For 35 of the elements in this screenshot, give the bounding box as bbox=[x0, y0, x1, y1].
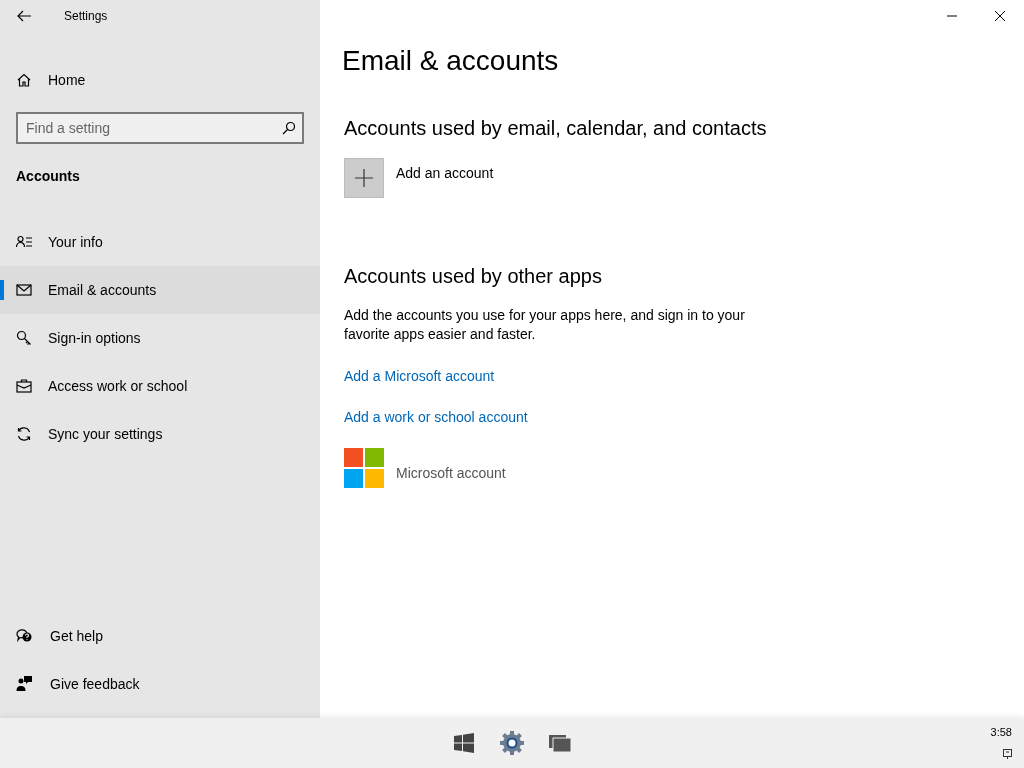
four-squares-logo-icon bbox=[344, 447, 384, 488]
sidebar-item[interactable]: Your info bbox=[0, 218, 320, 266]
section-heading: Accounts used by other apps bbox=[344, 263, 603, 288]
close-icon[interactable] bbox=[995, 11, 1005, 21]
person-list-icon bbox=[16, 234, 32, 250]
footer-link[interactable]: Get help bbox=[0, 612, 320, 660]
person-speech-icon bbox=[16, 675, 34, 693]
speech-bubbles-icon bbox=[16, 627, 34, 645]
section-heading: Accounts used by email, calendar, and contacts bbox=[344, 115, 768, 140]
account-link[interactable]: Add a work or school account bbox=[344, 406, 528, 428]
home-nav-item[interactable]: Home bbox=[0, 56, 320, 104]
envelope-icon bbox=[16, 282, 32, 298]
back-arrow-icon bbox=[16, 8, 32, 24]
gear-icon[interactable] bbox=[499, 730, 525, 756]
page-title: Email & accounts bbox=[342, 44, 560, 78]
search-icon bbox=[281, 121, 295, 135]
start-button[interactable] bbox=[451, 730, 477, 756]
plus-icon bbox=[355, 168, 373, 187]
sync-icon bbox=[16, 426, 32, 442]
description-text: Add the accounts you use for your apps here, and sign in to your favorite apps easier and faster. bbox=[344, 305, 746, 344]
sidebar-item[interactable]: Email & accounts bbox=[0, 266, 320, 314]
window-title: Settings bbox=[64, 8, 108, 25]
account-name: Microsoft account bbox=[396, 463, 506, 483]
account-link[interactable]: Add a Microsoft account bbox=[344, 365, 495, 387]
section-heading: Accounts bbox=[16, 168, 80, 184]
add-account-button[interactable]: Add an account bbox=[344, 157, 494, 198]
sidebar-item[interactable]: Sync your settings bbox=[0, 410, 320, 458]
sidebar-item[interactable]: Sign-in options bbox=[0, 314, 320, 362]
clock-text: 3:58 bbox=[990, 725, 1012, 740]
sidebar-item[interactable]: Access work or school bbox=[0, 362, 320, 410]
briefcase-icon bbox=[16, 378, 32, 394]
key-icon bbox=[16, 330, 32, 346]
search-field[interactable]: Find a setting bbox=[16, 112, 304, 144]
home-icon bbox=[16, 72, 32, 88]
footer-link[interactable]: Give feedback bbox=[0, 660, 320, 708]
